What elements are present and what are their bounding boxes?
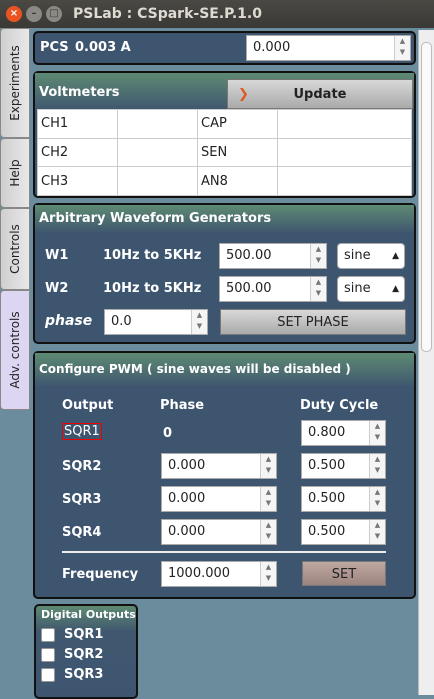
col-output: Output bbox=[62, 398, 114, 413]
pcs-input[interactable]: 0.000 ▲ ▼ bbox=[246, 35, 411, 61]
w2-range: 10Hz to 5KHz bbox=[103, 281, 202, 296]
close-icon[interactable]: × bbox=[6, 6, 22, 22]
chevron-right-icon: ❯ bbox=[238, 87, 249, 102]
frequency-label: Frequency bbox=[62, 567, 139, 582]
maximize-icon[interactable]: □ bbox=[46, 6, 62, 22]
col-duty: Duty Cycle bbox=[300, 398, 379, 413]
digital-outputs-title: Digital Outputs bbox=[41, 608, 136, 621]
sqr3-checkbox[interactable] bbox=[41, 668, 55, 682]
table-row: CH3 AN8 bbox=[37, 166, 412, 196]
tab-controls[interactable]: Controls bbox=[0, 208, 30, 290]
sqr1-duty-input[interactable]: 0.800 ▲ ▼ bbox=[301, 420, 386, 446]
sqr1-phase: 0 bbox=[163, 426, 173, 441]
awg-panel: Arbitrary Waveform Generators W1 10Hz to… bbox=[33, 203, 416, 344]
table-row: CH1 CAP bbox=[37, 109, 412, 139]
tab-help[interactable]: Help bbox=[0, 138, 30, 208]
pcs-label: PCS bbox=[40, 40, 69, 55]
minimize-icon[interactable]: – bbox=[26, 6, 42, 22]
table-row: CH2 SEN bbox=[37, 137, 412, 168]
set-phase-button[interactable]: SET PHASE bbox=[220, 309, 406, 335]
pwm-title: Configure PWM ( sine waves will be disab… bbox=[35, 353, 414, 386]
sqr2-label: SQR2 bbox=[62, 459, 102, 474]
pcs-reading: 0.003 A bbox=[75, 40, 131, 55]
sqr3-duty-input[interactable]: 0.500 ▲ ▼ bbox=[301, 486, 386, 512]
w2-label: W2 bbox=[45, 281, 69, 296]
tab-adv-controls[interactable]: Adv. controls bbox=[0, 290, 30, 410]
vertical-scrollbar[interactable] bbox=[418, 30, 434, 695]
voltmeters-table: CH1 CAP CH2 SEN CH3 AN8 bbox=[37, 109, 412, 196]
digital-outputs-panel: Digital Outputs SQR1 SQR2 SQR3 bbox=[34, 604, 138, 699]
pcs-panel: PCS 0.003 A 0.000 ▲ ▼ bbox=[33, 31, 416, 65]
w1-frequency-input[interactable]: 500.00 ▲ ▼ bbox=[219, 243, 327, 269]
sqr2-checkbox[interactable] bbox=[41, 648, 55, 662]
col-phase: Phase bbox=[160, 398, 205, 413]
sqr4-duty-input[interactable]: 0.500 ▲ ▼ bbox=[301, 519, 386, 545]
phase-input[interactable]: 0.0 ▲ ▼ bbox=[104, 309, 208, 335]
title-bar: × – □ PSLab : CSpark-SE.P.1.0 bbox=[0, 0, 434, 28]
sqr2-duty-input[interactable]: 0.500 ▲ ▼ bbox=[301, 453, 386, 479]
sqr2-checkbox-label: SQR2 bbox=[64, 647, 104, 662]
sqr1-label: SQR1 bbox=[62, 423, 102, 440]
sqr1-checkbox-label: SQR1 bbox=[64, 627, 104, 642]
voltmeters-panel: Voltmeters ❯ Update CH1 CAP CH2 SEN CH3 AN8 bbox=[33, 71, 416, 198]
sqr1-checkbox[interactable] bbox=[41, 628, 55, 642]
scrollbar-thumb[interactable] bbox=[421, 42, 432, 352]
phase-label: phase bbox=[45, 313, 93, 329]
tab-bar: Experiments Help Controls Adv. controls bbox=[0, 28, 31, 695]
divider bbox=[62, 551, 386, 553]
sqr4-label: SQR4 bbox=[62, 525, 102, 540]
sqr4-phase-input[interactable]: 0.000 ▲ ▼ bbox=[161, 519, 277, 545]
w1-waveform-select[interactable]: sine ▲ bbox=[337, 243, 405, 269]
window-title: PSLab : CSpark-SE.P.1.0 bbox=[73, 6, 262, 22]
sqr3-phase-input[interactable]: 0.000 ▲ ▼ bbox=[161, 486, 277, 512]
sqr3-checkbox-label: SQR3 bbox=[64, 667, 104, 682]
tab-experiments[interactable]: Experiments bbox=[0, 28, 30, 138]
w2-waveform-select[interactable]: sine ▲ bbox=[337, 276, 405, 302]
w1-range: 10Hz to 5KHz bbox=[103, 248, 202, 263]
w2-frequency-input[interactable]: 500.00 ▲ ▼ bbox=[219, 276, 327, 302]
update-button[interactable]: ❯ Update bbox=[227, 79, 413, 109]
w1-label: W1 bbox=[45, 248, 69, 263]
sqr2-phase-input[interactable]: 0.000 ▲ ▼ bbox=[161, 453, 277, 479]
set-pwm-button[interactable]: SET bbox=[302, 561, 386, 586]
frequency-input[interactable]: 1000.000 ▲ ▼ bbox=[161, 561, 277, 587]
pwm-panel: Configure PWM ( sine waves will be disab… bbox=[33, 351, 416, 599]
awg-title: Arbitrary Waveform Generators bbox=[35, 205, 414, 232]
sqr3-label: SQR3 bbox=[62, 492, 102, 507]
